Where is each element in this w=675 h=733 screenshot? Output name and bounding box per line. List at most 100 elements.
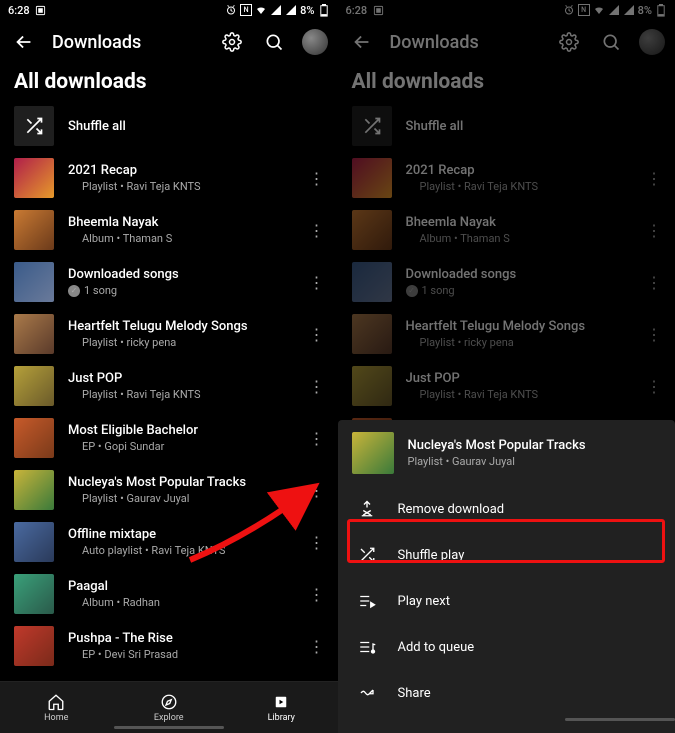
item-title: Paagal	[68, 579, 304, 594]
list-item[interactable]: Paagal Album • Radhan ⋮	[0, 568, 338, 620]
wifi-icon	[255, 4, 267, 16]
list-item[interactable]: Most Eligible Bachelor EP • Gopi Sundar …	[0, 412, 338, 464]
album-art	[14, 470, 54, 510]
nav-label: Explore	[154, 713, 184, 723]
remove-download-icon	[356, 500, 378, 518]
item-subtitle: Playlist • ricky pena	[82, 336, 176, 349]
item-title: Nucleya's Most Popular Tracks	[68, 475, 304, 490]
action-label: Share	[398, 686, 431, 701]
list-item[interactable]: Bheemla Nayak Album • Thaman S ⋮	[0, 204, 338, 256]
more-button[interactable]: ⋮	[304, 626, 330, 666]
action-shuffle-play[interactable]: Shuffle play	[338, 532, 675, 578]
avatar[interactable]	[639, 29, 665, 55]
more-button[interactable]: ⋮	[304, 418, 330, 458]
search-button[interactable]	[597, 28, 625, 56]
album-art	[14, 314, 54, 354]
album-art	[352, 366, 392, 406]
shuffle-icon	[14, 106, 54, 146]
action-play-next[interactable]: Play next	[338, 578, 675, 624]
list-item[interactable]: Offline mixtape Auto playlist • Ravi Tej…	[0, 516, 338, 568]
screenshot-icon	[35, 4, 47, 16]
more-button[interactable]: ⋮	[641, 366, 667, 406]
more-button[interactable]: ⋮	[304, 262, 330, 302]
more-button[interactable]: ⋮	[304, 158, 330, 198]
more-button[interactable]: ⋮	[304, 470, 330, 510]
status-time: 6:28	[346, 4, 368, 17]
more-button[interactable]: ⋮	[641, 314, 667, 354]
status-bar: 6:28 N 8%	[338, 0, 675, 20]
signal-icon-2	[623, 4, 635, 16]
album-art	[14, 626, 54, 666]
nav-label: Library	[268, 713, 295, 723]
list-item[interactable]: Downloaded songs ✓1 song ⋮	[0, 256, 338, 308]
album-art	[14, 522, 54, 562]
more-button[interactable]: ⋮	[304, 574, 330, 614]
bottom-nav: Home Explore Library	[0, 681, 338, 733]
more-button[interactable]: ⋮	[641, 262, 667, 302]
item-title: Downloaded songs	[406, 267, 642, 282]
app-bar: Downloads	[0, 20, 338, 64]
item-subtitle: Playlist • ricky pena	[420, 336, 514, 349]
item-subtitle: Album • Thaman S	[420, 232, 510, 245]
action-add-to-queue[interactable]: Add to queue	[338, 624, 675, 670]
list-item[interactable]: Heartfelt Telugu Melody Songs Playlist •…	[0, 308, 338, 360]
sheet-header: Nucleya's Most Popular Tracks Playlist •…	[338, 420, 675, 486]
list-item[interactable]: Just POP Playlist • Ravi Teja KNTS ⋮	[0, 360, 338, 412]
settings-button[interactable]	[555, 28, 583, 56]
list-item[interactable]: Pushpa - The Rise EP • Devi Sri Prasad ⋮	[0, 620, 338, 672]
downloaded-icon	[406, 390, 416, 400]
item-subtitle: Playlist • Ravi Teja KNTS	[82, 388, 201, 401]
list-item[interactable]: 2021 Recap Playlist • Ravi Teja KNTS ⋮	[0, 152, 338, 204]
item-subtitle: 1 song	[84, 284, 117, 297]
more-button[interactable]: ⋮	[304, 314, 330, 354]
downloads-list: Shuffle all 2021 Recap Playlist • Ravi T…	[0, 100, 338, 681]
item-title: Heartfelt Telugu Melody Songs	[68, 319, 304, 334]
more-button[interactable]: ⋮	[304, 522, 330, 562]
list-item[interactable]: Nucleya's Most Popular Tracks Playlist •…	[0, 464, 338, 516]
page-title: Downloads	[390, 32, 542, 53]
queue-icon	[356, 638, 378, 656]
action-label: Add to queue	[398, 640, 475, 655]
downloaded-icon	[68, 442, 78, 452]
nav-home[interactable]: Home	[0, 682, 113, 733]
shuffle-all-row[interactable]: Shuffle all	[0, 100, 338, 152]
list-item[interactable]: Just POPPlaylist • Ravi Teja KNTS⋮	[338, 360, 675, 412]
sheet-subtitle: Playlist • Gaurav Juyal	[408, 455, 586, 468]
bottom-sheet: Nucleya's Most Popular Tracks Playlist •…	[338, 420, 675, 733]
more-button[interactable]: ⋮	[304, 366, 330, 406]
shuffle-icon	[356, 546, 378, 564]
page-title: Downloads	[52, 32, 204, 53]
battery-icon	[318, 4, 330, 16]
nfc-icon: N	[578, 4, 590, 16]
album-art	[352, 210, 392, 250]
list-item[interactable]: Downloaded songs✓1 song⋮	[338, 256, 675, 308]
action-share[interactable]: Share	[338, 670, 675, 716]
nav-library[interactable]: Library	[225, 682, 338, 733]
list-item[interactable]: Bheemla NayakAlbum • Thaman S⋮	[338, 204, 675, 256]
downloaded-icon	[68, 234, 78, 244]
item-subtitle: 1 song	[422, 284, 455, 297]
action-label: Shuffle play	[398, 548, 465, 563]
phone-right: 6:28 N 8% Downloads	[338, 0, 675, 733]
shuffle-all-row[interactable]: Shuffle all	[338, 100, 675, 152]
settings-button[interactable]	[218, 28, 246, 56]
item-title: Pushpa - The Rise	[68, 631, 304, 646]
more-button[interactable]: ⋮	[641, 158, 667, 198]
back-button[interactable]	[348, 28, 376, 56]
album-art	[14, 210, 54, 250]
signal-icon	[270, 4, 282, 16]
album-art	[352, 158, 392, 198]
downloaded-icon	[68, 650, 78, 660]
list-item[interactable]: 2021 RecapPlaylist • Ravi Teja KNTS⋮	[338, 152, 675, 204]
item-title: Bheemla Nayak	[68, 215, 304, 230]
action-remove-download[interactable]: Remove download	[338, 486, 675, 532]
list-item[interactable]: Heartfelt Telugu Melody Songs Playlist • …	[338, 308, 675, 360]
more-button[interactable]: ⋮	[641, 210, 667, 250]
search-button[interactable]	[260, 28, 288, 56]
back-button[interactable]	[10, 28, 38, 56]
item-title: Just POP	[406, 371, 642, 386]
item-title: Heartfelt Telugu Melody Songs	[406, 319, 642, 334]
more-button[interactable]: ⋮	[304, 210, 330, 250]
avatar[interactable]	[302, 29, 328, 55]
alarm-icon	[563, 4, 575, 16]
